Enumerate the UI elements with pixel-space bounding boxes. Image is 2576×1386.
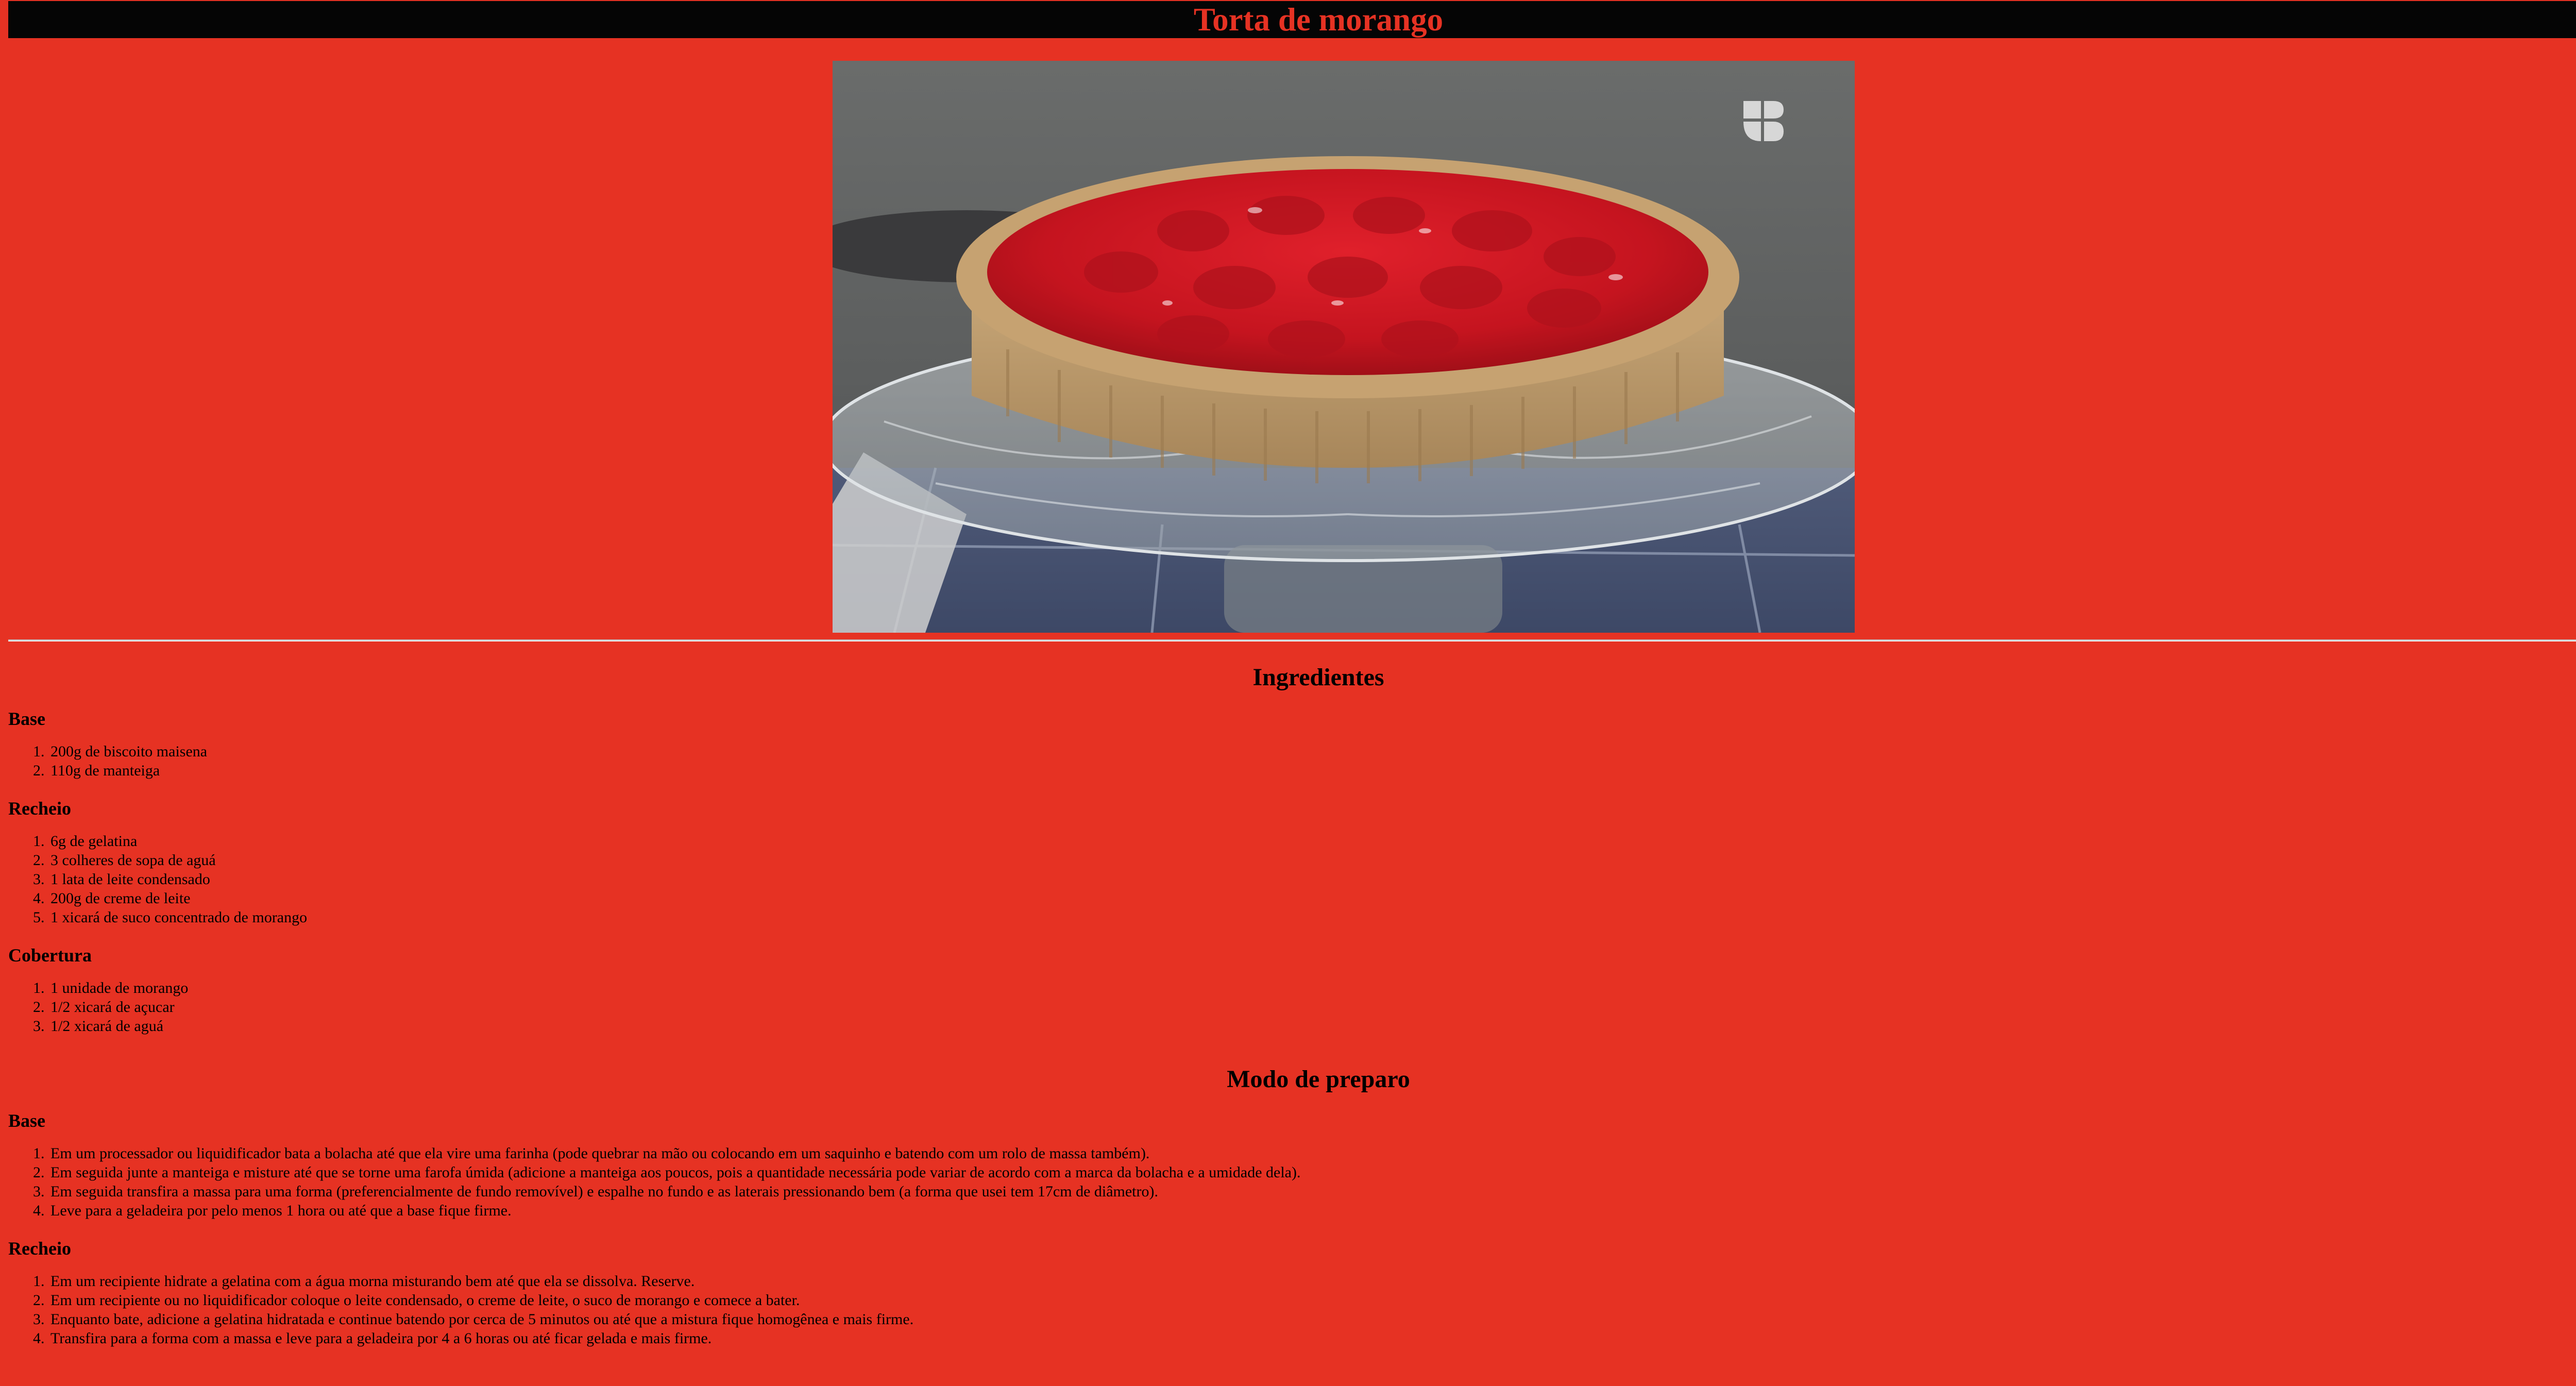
list-item: 110g de manteiga xyxy=(48,761,2576,780)
list-item: 200g de biscoito maisena xyxy=(48,742,2576,761)
list-item: Leve para a geladeira por pelo menos 1 h… xyxy=(48,1201,2576,1220)
list-item: 1 unidade de morango xyxy=(48,978,2576,998)
ingredients-heading: Ingredientes xyxy=(1252,664,1384,691)
list-item: Em seguida junte a manteiga e misture at… xyxy=(48,1163,2576,1182)
list-item: 1 lata de leite condensado xyxy=(48,870,2576,889)
ingredients-group-base: Base 200g de biscoito maisena 110g de ma… xyxy=(8,706,2576,780)
list-item: 1/2 xicará de aguá xyxy=(48,1017,2576,1036)
list-item: Enquanto bate, adicione a gelatina hidra… xyxy=(48,1310,2576,1329)
ingredient-list: 1 unidade de morango 1/2 xicará de açuca… xyxy=(8,978,2576,1036)
group-heading: Cobertura xyxy=(8,945,92,966)
step-list: Em um recipiente hidrate a gelatina com … xyxy=(8,1272,2576,1348)
list-item: 6g de gelatina xyxy=(48,832,2576,851)
list-item: Em um recipiente hidrate a gelatina com … xyxy=(48,1272,2576,1291)
step-list: Em um processador ou liquidificador bata… xyxy=(8,1144,2576,1220)
page-title: Torta de morango xyxy=(1193,2,1444,38)
group-heading: Base xyxy=(8,708,45,729)
group-heading: Base xyxy=(8,1110,45,1131)
ingredient-list: 200g de biscoito maisena 110g de manteig… xyxy=(8,742,2576,780)
list-item: 1 xicará de suco concentrado de morango xyxy=(48,908,2576,927)
preparation-group-recheio: Recheio Em um recipiente hidrate a gelat… xyxy=(8,1236,2576,1348)
list-item: Em um recipiente ou no liquidificador co… xyxy=(48,1291,2576,1310)
preparation-group-base: Base Em um processador ou liquidificador… xyxy=(8,1108,2576,1220)
group-heading: Recheio xyxy=(8,798,71,819)
ingredients-group-recheio: Recheio 6g de gelatina 3 colheres de sop… xyxy=(8,796,2576,927)
recipe-content: Ingredientes Base 200g de biscoito maise… xyxy=(8,649,2576,1363)
list-item: 200g de creme de leite xyxy=(48,889,2576,908)
ingredients-group-cobertura: Cobertura 1 unidade de morango 1/2 xicar… xyxy=(8,942,2576,1036)
list-item: 3 colheres de sopa de aguá xyxy=(48,851,2576,870)
list-item: Transfira para a forma com a massa e lev… xyxy=(48,1329,2576,1348)
list-item: Em seguida transfira a massa para uma fo… xyxy=(48,1182,2576,1201)
list-item: Em um processador ou liquidificador bata… xyxy=(48,1144,2576,1163)
horizontal-divider xyxy=(8,639,2576,641)
hero-image xyxy=(833,61,1855,633)
strawberry-tart-photo xyxy=(833,61,1855,633)
ingredient-list: 6g de gelatina 3 colheres de sopa de agu… xyxy=(8,832,2576,927)
group-heading: Recheio xyxy=(8,1238,71,1259)
preparation-heading: Modo de preparo xyxy=(1227,1066,1410,1093)
list-item: 1/2 xicará de açucar xyxy=(48,998,2576,1017)
title-bar: Torta de morango xyxy=(8,1,2576,38)
